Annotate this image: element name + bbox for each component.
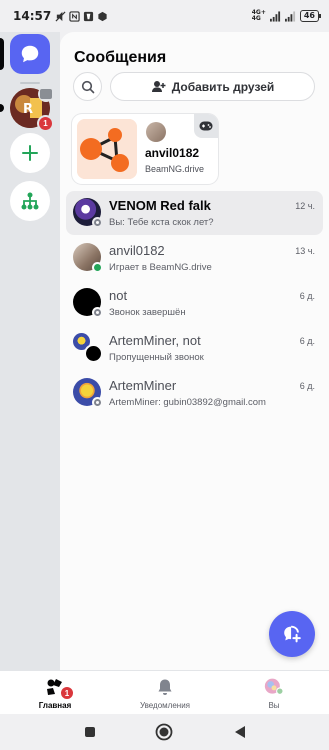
dm-last-message: Звонок завершён [109,307,186,318]
signal-icon-2 [284,10,296,22]
chat-bubble-icon [21,45,39,63]
add-friends-label: Добавить друзей [171,79,275,94]
system-nav-bar [0,714,329,750]
gamepad-icon [194,114,218,138]
svg-text:R: R [23,102,33,117]
unread-pill [0,104,4,112]
avatar [84,344,103,363]
dm-last-message: Пропущенный звонок [109,352,204,363]
status-time: 14:57 [13,9,52,23]
status-notification-icons [55,10,108,22]
activity-card[interactable]: anvil0182 BeamNG.drive [72,114,218,184]
messages-panel: Сообщения Добавить друзей anvil0182 Beam… [60,32,329,670]
activity-game: BeamNG.drive [145,164,205,174]
dm-name: anvil0182 [109,243,165,258]
dm-time: 6 д. [299,336,315,346]
search-button[interactable] [73,72,102,101]
new-message-icon [284,625,301,643]
tab-notifications-label: Уведомления [139,701,191,710]
game-thumbnail [77,119,137,179]
add-friends-button[interactable]: Добавить друзей [110,72,315,101]
dm-name: not [109,288,128,303]
home-circle-icon [155,723,173,741]
battery-indicator: 46 [299,10,322,22]
dm-row-group-artemminer-not[interactable]: ArtemMiner, not Пропущенный звонок 6 д. [66,326,323,370]
back-triangle-icon [235,726,245,738]
status-system-icons: 4G+ 4G 46 [251,9,322,22]
selected-pill [0,38,4,70]
rail-separator [20,82,40,84]
voice-indicator-icon [38,86,54,102]
dm-name: VENOM Red falk [109,198,211,213]
dm-time: 13 ч. [295,246,315,256]
page-title: Сообщения [74,49,167,66]
app-notification-icon [83,11,94,22]
new-message-button[interactable] [269,611,315,657]
recents-button[interactable] [80,722,100,742]
dm-name: ArtemMiner [109,378,177,393]
status-offline-indicator [92,397,103,408]
direct-messages-button[interactable] [10,34,50,74]
group-avatar [73,333,103,363]
network-type: 4G+ 4G [251,9,266,22]
dm-time: 6 д. [299,291,315,301]
home-button[interactable] [154,722,174,742]
dm-row-artemminer[interactable]: ArtemMiner ArtemMiner: gubin03892@gmail.… [66,371,323,415]
dm-name: ArtemMiner, not [109,333,201,348]
hexagon-app-icon [97,11,108,22]
signal-icon [269,10,281,22]
status-bar: 14:57 4G+ 4G 46 [0,0,329,32]
dm-row-anvil0182[interactable]: anvil0182 Играет в BeamNG.drive 13 ч. [66,236,323,280]
server-mention-badge: 1 [37,115,54,132]
dm-time: 12 ч. [295,201,315,211]
plus-icon [22,145,38,161]
recents-icon [85,727,95,737]
tab-you-label: Вы [268,701,280,710]
server-icon[interactable]: R 1 [10,86,54,132]
dm-last-message: ArtemMiner: gubin03892@gmail.com [109,397,266,408]
dm-time: 6 д. [299,381,315,391]
dm-list: VENOM Red falk Вы: Тебе кста скок лет? 1… [66,191,323,416]
bell-icon [155,677,175,697]
activity-username: anvil0182 [145,146,200,160]
tab-notifications[interactable]: Уведомления [110,671,220,715]
tab-you[interactable]: Вы [219,671,329,715]
bottom-tab-bar: 1 Главная Уведомления Вы [0,670,329,714]
search-icon [81,80,94,93]
server-rail: R 1 [0,32,60,670]
dm-row-venom-red-falk[interactable]: VENOM Red falk Вы: Тебе кста скок лет? 1… [66,191,323,235]
hub-icon [21,192,39,210]
beamng-logo-icon [77,119,137,179]
tab-home[interactable]: 1 Главная [0,671,110,715]
back-button[interactable] [230,722,250,742]
status-online-indicator [92,262,103,273]
dm-activity: Играет в BeamNG.drive [109,262,212,273]
activity-user-avatar [146,122,166,142]
nfc-icon [69,10,80,22]
tab-home-label: Главная [38,701,72,710]
home-badge: 1 [60,686,74,700]
mute-icon [55,10,66,22]
discover-servers-button[interactable] [10,181,50,221]
dm-row-not[interactable]: not Звонок завершён 6 д. [66,281,323,325]
profile-avatar [264,677,284,697]
status-offline-indicator [92,217,103,228]
dm-last-message: Вы: Тебе кста скок лет? [109,217,214,228]
status-offline-indicator [92,307,103,318]
add-server-button[interactable] [10,133,50,173]
add-friend-icon [151,81,166,92]
